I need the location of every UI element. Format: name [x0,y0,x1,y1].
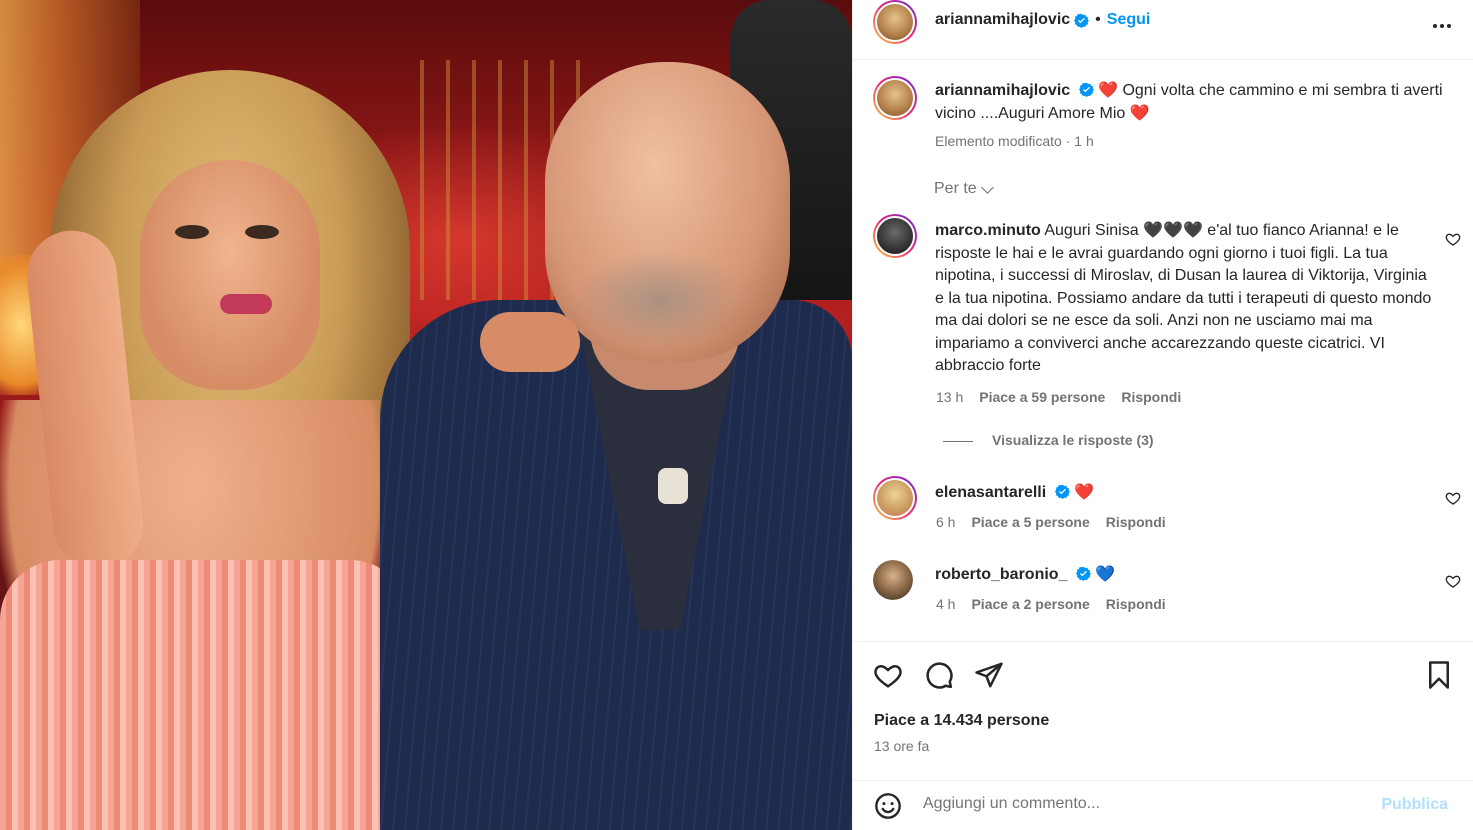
comment-username[interactable]: roberto_baronio_ [935,566,1067,583]
emoji-icon[interactable] [874,792,902,820]
caption-username[interactable]: ariannamihajlovic [935,82,1070,99]
comment-composer: Pubblica [853,780,1473,830]
share-icon[interactable] [974,660,1004,690]
comment-time: 13 h [936,389,964,405]
comment-hearts: 🖤🖤🖤 [1143,222,1203,239]
comment-meta: 6 h Piace a 5 persone Rispondi [936,514,1166,530]
man-pendant [658,468,688,504]
view-replies-button[interactable]: Visualizza le risposte (3) [992,432,1154,448]
more-options-icon[interactable] [1428,12,1456,40]
woman-hand-on-shoulder [480,312,580,372]
woman-eye-left [175,225,209,239]
comment-username[interactable]: elenasantarelli [935,484,1046,501]
comments-filter-label: Per te [934,180,977,197]
comment-likes[interactable]: Piace a 59 persone [979,389,1105,405]
woman-face [140,160,320,390]
comment-likes[interactable]: Piace a 5 persone [971,514,1089,530]
post-image[interactable] [0,0,852,830]
separator-dot: • [1095,11,1101,28]
comment-reply-button[interactable]: Rispondi [1121,389,1181,405]
heart-outline-icon[interactable] [1445,573,1461,589]
woman-lips [220,294,272,314]
comment: elenasantarelli ❤️ [935,482,1435,505]
bookmark-icon[interactable] [1424,660,1454,690]
post-comment-button[interactable]: Pubblica [1381,796,1448,814]
comment-reply-button[interactable]: Rispondi [1106,596,1166,612]
verified-badge-icon [1078,82,1094,97]
woman-eye-right [245,225,279,239]
likes-count[interactable]: Piace a 14.434 persone [874,712,1049,730]
post-side-panel: ariannamihajlovic • Segui ariannamihajlo… [852,0,1473,830]
heart-outline-icon[interactable] [1445,490,1461,506]
caption-avatar[interactable] [873,76,917,120]
comment-icon[interactable] [924,660,954,690]
caption-heart-start: ❤️ [1098,82,1118,99]
comment: marco.minuto Auguri Sinisa 🖤🖤🖤 e'al tuo … [935,220,1435,378]
comment-meta: 13 h Piace a 59 persone Rispondi [936,389,1181,405]
comments-filter[interactable]: Per te [934,180,994,198]
comment-likes[interactable]: Piace a 2 persone [971,596,1089,612]
caption: ariannamihajlovic ❤️ Ogni volta che camm… [935,80,1445,149]
post-actions: Piace a 14.434 persone 13 ore fa [853,641,1473,791]
caption-meta: Elemento modificato · 1 h [935,133,1094,149]
comment-meta: 4 h Piace a 2 persone Rispondi [936,596,1166,612]
comment-input[interactable] [923,795,1323,813]
comment-text: 💙 [1095,566,1116,583]
verified-badge-icon [1074,13,1090,28]
comment-avatar[interactable] [873,214,917,258]
comment-reply-button[interactable]: Rispondi [1106,514,1166,530]
comment-time: 4 h [936,596,956,612]
author-avatar[interactable] [873,0,917,44]
author-username[interactable]: ariannamihajlovic [935,11,1070,29]
comment-username[interactable]: marco.minuto [935,222,1041,239]
comment: roberto_baronio_ 💙 [935,564,1435,587]
post-time: 13 ore fa [874,738,930,754]
post-header: ariannamihajlovic • Segui [853,0,1473,60]
comment-time: 6 h [936,514,956,530]
verified-badge-icon [1075,566,1091,581]
follow-button[interactable]: Segui [1107,11,1151,29]
replies-divider [943,441,973,442]
woman-dress [0,560,410,830]
verified-badge-icon [1054,484,1070,499]
caption-heart-end: ❤️ [1129,104,1150,122]
comment-text: e'al tuo fianco Arianna! e le risposte l… [935,222,1432,374]
comment-avatar[interactable] [873,476,917,520]
comment-avatar[interactable] [873,560,913,600]
heart-outline-icon[interactable] [1445,231,1461,247]
comment-text-prefix: Auguri Sinisa [1044,222,1139,239]
chevron-down-icon [980,180,994,194]
man-beard [575,250,745,350]
heart-outline-icon[interactable] [873,660,903,690]
comment-text: ❤️ [1074,484,1094,501]
